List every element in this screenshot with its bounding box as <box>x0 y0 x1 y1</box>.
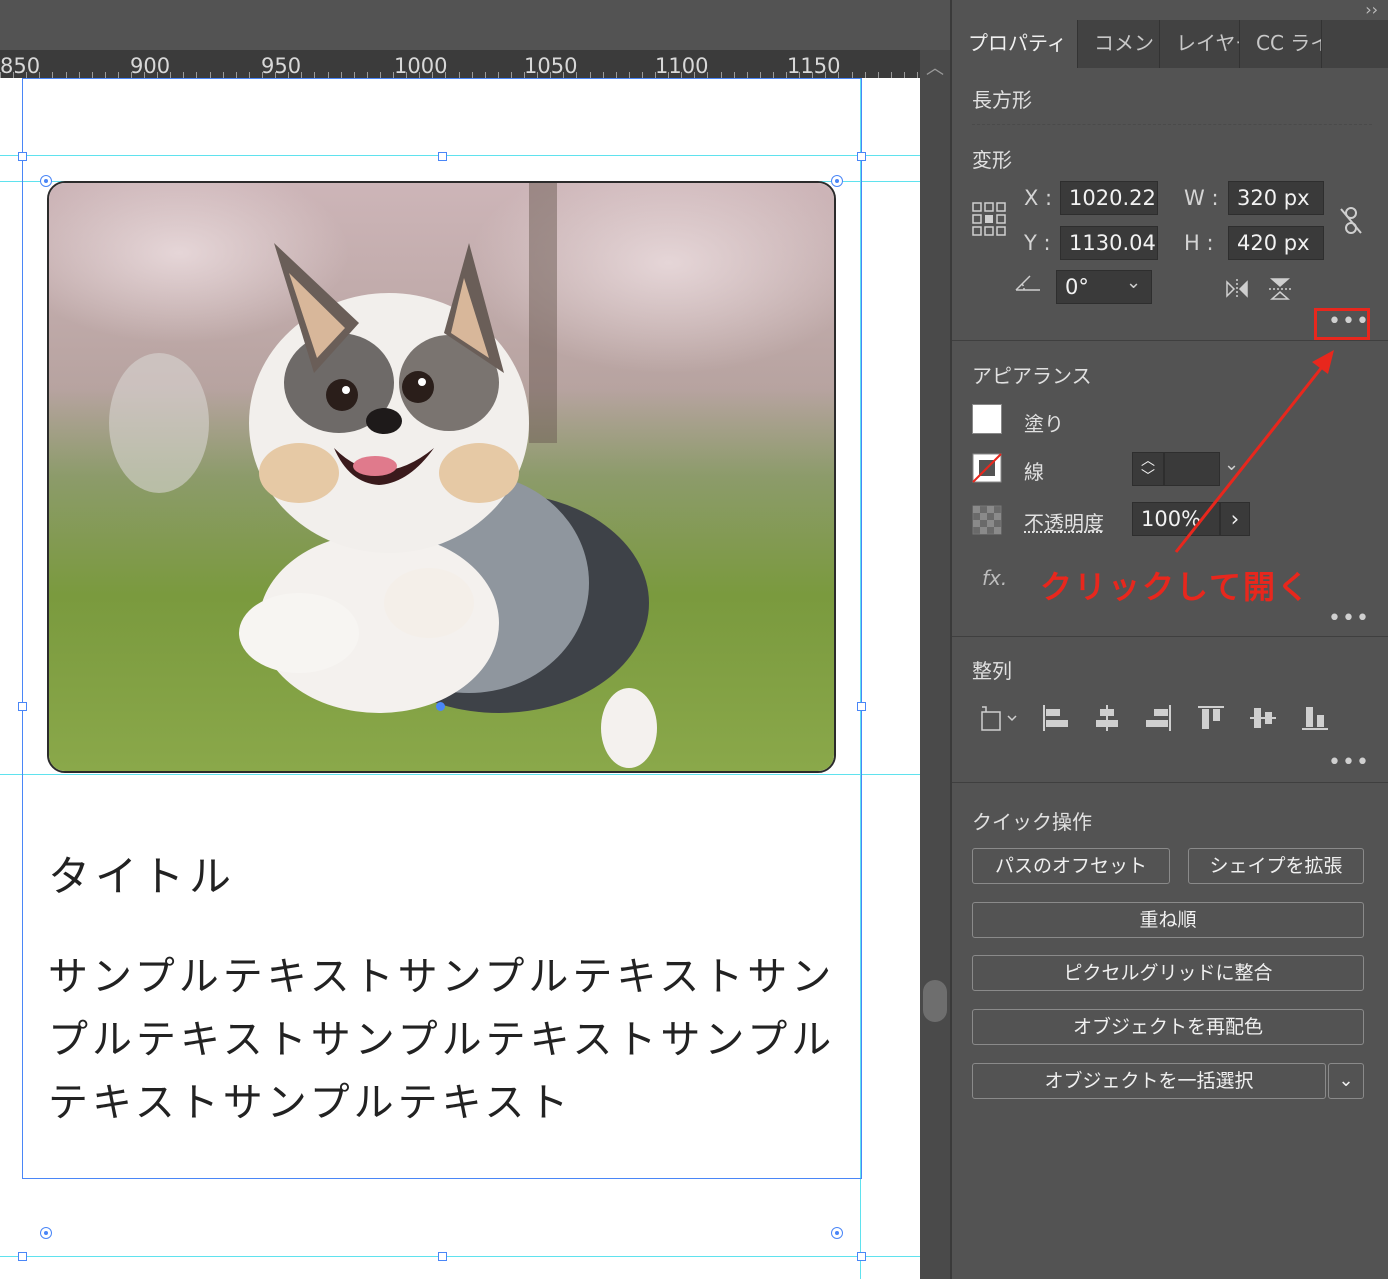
y-field[interactable]: 1130.04 <box>1060 226 1158 260</box>
ruler-label: 1150 <box>787 54 841 78</box>
align-left-icon[interactable] <box>1040 703 1070 733</box>
recolor-artwork-button[interactable]: オブジェクトを再配色 <box>972 1009 1364 1045</box>
align-horizontal-center-icon[interactable] <box>1092 703 1122 733</box>
h-field[interactable]: 420 px <box>1228 226 1324 260</box>
scrollbar-thumb[interactable] <box>923 980 947 1022</box>
resize-handle-right[interactable] <box>857 702 866 711</box>
reference-point-icon[interactable] <box>972 202 1006 236</box>
ruler-label: 900 <box>130 54 171 78</box>
x-field[interactable]: 1020.22 <box>1060 181 1158 215</box>
select-same-button[interactable]: オブジェクトを一括選択 <box>972 1063 1326 1099</box>
corner-radius-widget[interactable] <box>40 1227 52 1239</box>
expand-shape-button[interactable]: シェイプを拡張 <box>1188 848 1364 884</box>
corner-radius-widget[interactable] <box>831 1227 843 1239</box>
resize-handle-bottom[interactable] <box>438 1252 447 1261</box>
appearance-title: アピアランス <box>972 364 1092 388</box>
opacity-field[interactable]: 100% <box>1132 502 1220 536</box>
appearance-more-options-button[interactable]: ••• <box>1328 606 1370 631</box>
opacity-label[interactable]: 不透明度 <box>1024 507 1104 536</box>
chevron-down-icon[interactable]: ⌄ <box>1224 454 1239 475</box>
select-same-dropdown-chevron-icon[interactable]: ⌄ <box>1328 1063 1364 1099</box>
properties-panel: ›› プロパティ コメント レイヤー CC ライ 長方形 変形 X : 1020… <box>950 0 1388 1279</box>
selection-bounding-box[interactable] <box>22 78 862 1179</box>
transform-more-options-button[interactable]: ••• <box>1328 309 1370 334</box>
scroll-up-arrow-icon[interactable]: ︿ <box>926 54 944 80</box>
offset-path-button[interactable]: パスのオフセット <box>972 848 1170 884</box>
divider <box>952 340 1388 341</box>
align-right-icon[interactable] <box>1144 703 1174 733</box>
resize-handle-left[interactable] <box>18 702 27 711</box>
vertical-scrollbar[interactable]: ︿ <box>920 50 950 1279</box>
fx-effects-icon[interactable]: fx. <box>982 566 1007 590</box>
transform-title: 変形 <box>972 148 1012 172</box>
canvas-top-strip <box>0 0 920 50</box>
stroke-weight-field[interactable] <box>1164 452 1220 486</box>
ruler-label: 950 <box>261 54 302 78</box>
tab-cc-libraries[interactable]: CC ライ <box>1240 20 1322 68</box>
stroke-label: 線 <box>1024 460 1044 484</box>
tab-comments[interactable]: コメント <box>1078 20 1160 68</box>
ruler-label: 850 <box>0 54 41 78</box>
resize-handle-bottom-left[interactable] <box>18 1252 27 1261</box>
flip-vertical-icon[interactable] <box>1268 276 1292 302</box>
w-label: W : <box>1184 186 1219 210</box>
horizontal-ruler[interactable]: 850 900 950 1000 1050 1100 1150 <box>0 50 920 78</box>
center-point <box>436 702 445 711</box>
quick-actions-title: クイック操作 <box>972 810 1092 834</box>
align-title: 整列 <box>972 659 1012 683</box>
tab-properties[interactable]: プロパティ <box>952 20 1078 68</box>
fill-swatch[interactable] <box>972 404 1002 434</box>
divider <box>972 124 1372 125</box>
align-to-selection-icon[interactable] <box>978 703 1020 733</box>
opacity-icon <box>972 505 1002 535</box>
divider <box>952 782 1388 783</box>
resize-handle-top-left[interactable] <box>18 152 27 161</box>
panel-collapse-icon[interactable]: ›› <box>1365 0 1378 19</box>
x-label: X : <box>1024 186 1053 210</box>
y-label: Y : <box>1024 231 1051 255</box>
stroke-weight-stepper[interactable]: ︿ ﹀ <box>1132 452 1164 486</box>
opacity-expand-button[interactable]: › <box>1220 502 1250 536</box>
w-field[interactable]: 320 px <box>1228 181 1324 215</box>
divider <box>952 636 1388 637</box>
chevron-down-icon[interactable]: ⌄ <box>1126 272 1141 293</box>
rotate-angle-icon <box>1015 275 1040 291</box>
constrain-proportions-icon[interactable] <box>1338 206 1364 236</box>
align-top-icon[interactable] <box>1196 703 1226 733</box>
object-type-label: 長方形 <box>972 88 1032 112</box>
flip-horizontal-icon[interactable] <box>1224 278 1250 300</box>
guide-horizontal <box>0 1256 920 1257</box>
panel-tabbar: プロパティ コメント レイヤー CC ライ <box>952 20 1388 68</box>
annotation-label: クリックして開く <box>1040 568 1312 606</box>
arrange-button[interactable]: 重ね順 <box>972 902 1364 938</box>
corner-radius-widget[interactable] <box>40 175 52 187</box>
resize-handle-top-right[interactable] <box>857 152 866 161</box>
stroke-swatch[interactable] <box>972 453 1002 483</box>
resize-handle-bottom-right[interactable] <box>857 1252 866 1261</box>
ruler-label: 1000 <box>394 54 448 78</box>
align-to-pixel-grid-button[interactable]: ピクセルグリッドに整合 <box>972 955 1364 991</box>
corner-radius-widget[interactable] <box>831 175 843 187</box>
canvas-area[interactable]: 850 900 950 1000 1050 1100 1150 タイトル サンプ… <box>0 0 920 1279</box>
h-label: H : <box>1184 231 1214 255</box>
align-more-options-button[interactable]: ••• <box>1328 750 1370 775</box>
align-vertical-center-icon[interactable] <box>1248 703 1278 733</box>
align-bottom-icon[interactable] <box>1300 703 1330 733</box>
resize-handle-top[interactable] <box>438 152 447 161</box>
tab-layers[interactable]: レイヤー <box>1160 20 1240 68</box>
fill-label: 塗り <box>1024 412 1064 436</box>
